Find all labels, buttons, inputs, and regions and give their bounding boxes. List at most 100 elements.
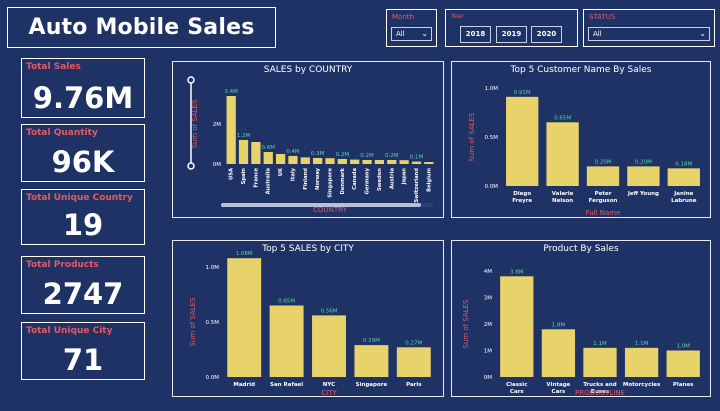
- x-tick-label: Norway: [315, 167, 321, 190]
- x-tick-label: Sweden: [377, 168, 383, 191]
- kpi-value: 19: [62, 208, 104, 242]
- x-tick-label: UK: [278, 167, 284, 176]
- x-tick-label: Valarie: [552, 191, 574, 197]
- bar: [396, 347, 431, 377]
- y-tick-label: 1.0M: [206, 265, 220, 271]
- bar: [541, 329, 576, 377]
- x-tick-label: Cars: [510, 389, 524, 395]
- chart-title: Top 5 Customer Name By Sales: [510, 65, 652, 75]
- data-label: 0.1M: [410, 155, 424, 161]
- sales-by-country-chart: 0M 2M Sum of SALES 3.4M USA 1.2M Spain France 0.…: [187, 76, 434, 214]
- bar: [362, 160, 372, 164]
- x-tick-label: Japan: [402, 168, 408, 186]
- x-tick-label: France: [253, 168, 259, 188]
- y-tick-label: 0.5M: [206, 320, 220, 326]
- bar: [667, 168, 700, 186]
- bar: [288, 156, 298, 164]
- data-label: 0.3M: [311, 151, 325, 157]
- y-tick-label: 0.0M: [485, 184, 499, 190]
- x-tick-label: Finland: [303, 168, 309, 190]
- bar: [666, 350, 700, 377]
- status-slicer-label: STATUS: [589, 13, 616, 21]
- data-label: 0.65M: [278, 299, 295, 305]
- bar: [251, 142, 261, 164]
- bar: [275, 154, 286, 164]
- bar: [627, 166, 660, 186]
- bar: [226, 96, 236, 164]
- x-tick-label: Peter: [595, 191, 612, 197]
- y-tick-label: 4M: [484, 269, 492, 275]
- y-axis-label: Sum of SALES: [191, 99, 199, 149]
- bar: [263, 152, 273, 164]
- month-dropdown[interactable]: All ⌄: [391, 27, 432, 41]
- year-button-2018[interactable]: 2018: [460, 26, 491, 43]
- kpi-total-unique-country: Total Unique Country 19: [21, 189, 145, 245]
- y-tick-label: 0M: [213, 162, 221, 168]
- kpi-label: Total Unique City: [26, 326, 113, 336]
- bar: [337, 159, 347, 164]
- x-tick-label: Cars: [552, 389, 566, 395]
- kpi-value: 71: [62, 343, 104, 377]
- x-tick-label: Italy: [290, 167, 296, 181]
- bar: [325, 158, 335, 164]
- x-axis-label: CITY: [321, 389, 337, 397]
- status-dropdown-value: All: [593, 30, 602, 38]
- x-tick-label: Vintage: [546, 382, 570, 388]
- kpi-value: 2747: [42, 277, 124, 311]
- kpi-total-unique-city: Total Unique City 71: [21, 322, 145, 380]
- kpi-label: Total Quantity: [26, 128, 98, 138]
- data-label: 0.2M: [385, 153, 399, 159]
- status-dropdown[interactable]: All ⌄: [588, 27, 710, 41]
- top5-city-chart: 0.0M0.5M1.0MSum of SALES1.08MMadrid0.65M…: [189, 251, 431, 397]
- bar: [424, 162, 434, 164]
- data-label: 0.56M: [321, 308, 338, 314]
- data-label: 0.20M: [635, 159, 652, 165]
- data-label: 0.6M: [261, 145, 275, 151]
- bar: [583, 347, 617, 377]
- data-label: 1.0M: [676, 344, 690, 350]
- bar: [313, 158, 323, 164]
- x-tick-label: Diego: [513, 191, 531, 197]
- kpi-value: 9.76M: [32, 81, 134, 115]
- x-tick-label: Germany: [365, 167, 371, 194]
- bar: [399, 160, 409, 164]
- chevron-down-icon: ⌄: [421, 29, 428, 38]
- data-label: 0.91M: [514, 90, 531, 96]
- x-tick-label: Planes: [673, 382, 694, 388]
- month-slicer: Month All ⌄: [386, 9, 437, 47]
- y-tick-label: 3M: [484, 296, 492, 302]
- kpi-value: 96K: [51, 145, 115, 179]
- bar: [227, 258, 262, 377]
- y-tick-label: 1M: [484, 349, 492, 355]
- x-tick-label: Classic: [506, 382, 527, 388]
- x-tick-label: Denmark: [340, 167, 346, 194]
- y-tick-label: 1.0M: [485, 86, 499, 92]
- y-tick-label: 0.5M: [485, 135, 499, 141]
- x-tick-label: NYC: [323, 382, 335, 388]
- data-label: 1.1M: [635, 341, 649, 347]
- year-button-2019[interactable]: 2019: [496, 26, 527, 43]
- bar: [586, 166, 620, 186]
- bar: [238, 140, 249, 164]
- x-axis-label: COUNTRY: [313, 206, 347, 214]
- status-slicer: STATUS All ⌄: [583, 9, 715, 47]
- kpi-total-quantity: Total Quantity 96K: [21, 124, 145, 182]
- x-tick-label: Australia: [266, 168, 272, 195]
- kpi-total-products: Total Products 2747: [21, 256, 145, 314]
- x-tick-label: Janine: [673, 191, 693, 197]
- data-label: 3.4M: [224, 89, 238, 95]
- data-label: 0.65M: [554, 115, 571, 121]
- data-label: 0.2M: [360, 153, 374, 159]
- y-axis-label: Sum of SALES: [468, 112, 476, 162]
- y-axis-label: Sum of SALES: [189, 297, 197, 347]
- kpi-label: Total Sales: [26, 62, 81, 72]
- zoom-slider-handle-bottom: [187, 162, 195, 170]
- x-tick-label: Paris: [406, 382, 422, 388]
- data-label: 0.20M: [595, 159, 612, 165]
- year-button-2020[interactable]: 2020: [531, 26, 562, 43]
- top5-customer-chart: 0.0M 0.5M 1.0M Sum of SALES 0.91M DiegoFreyre…: [468, 86, 700, 217]
- bar: [411, 161, 422, 164]
- data-label: 0.18M: [675, 161, 692, 167]
- kpi-total-sales: Total Sales 9.76M: [21, 58, 145, 118]
- bar: [350, 159, 360, 164]
